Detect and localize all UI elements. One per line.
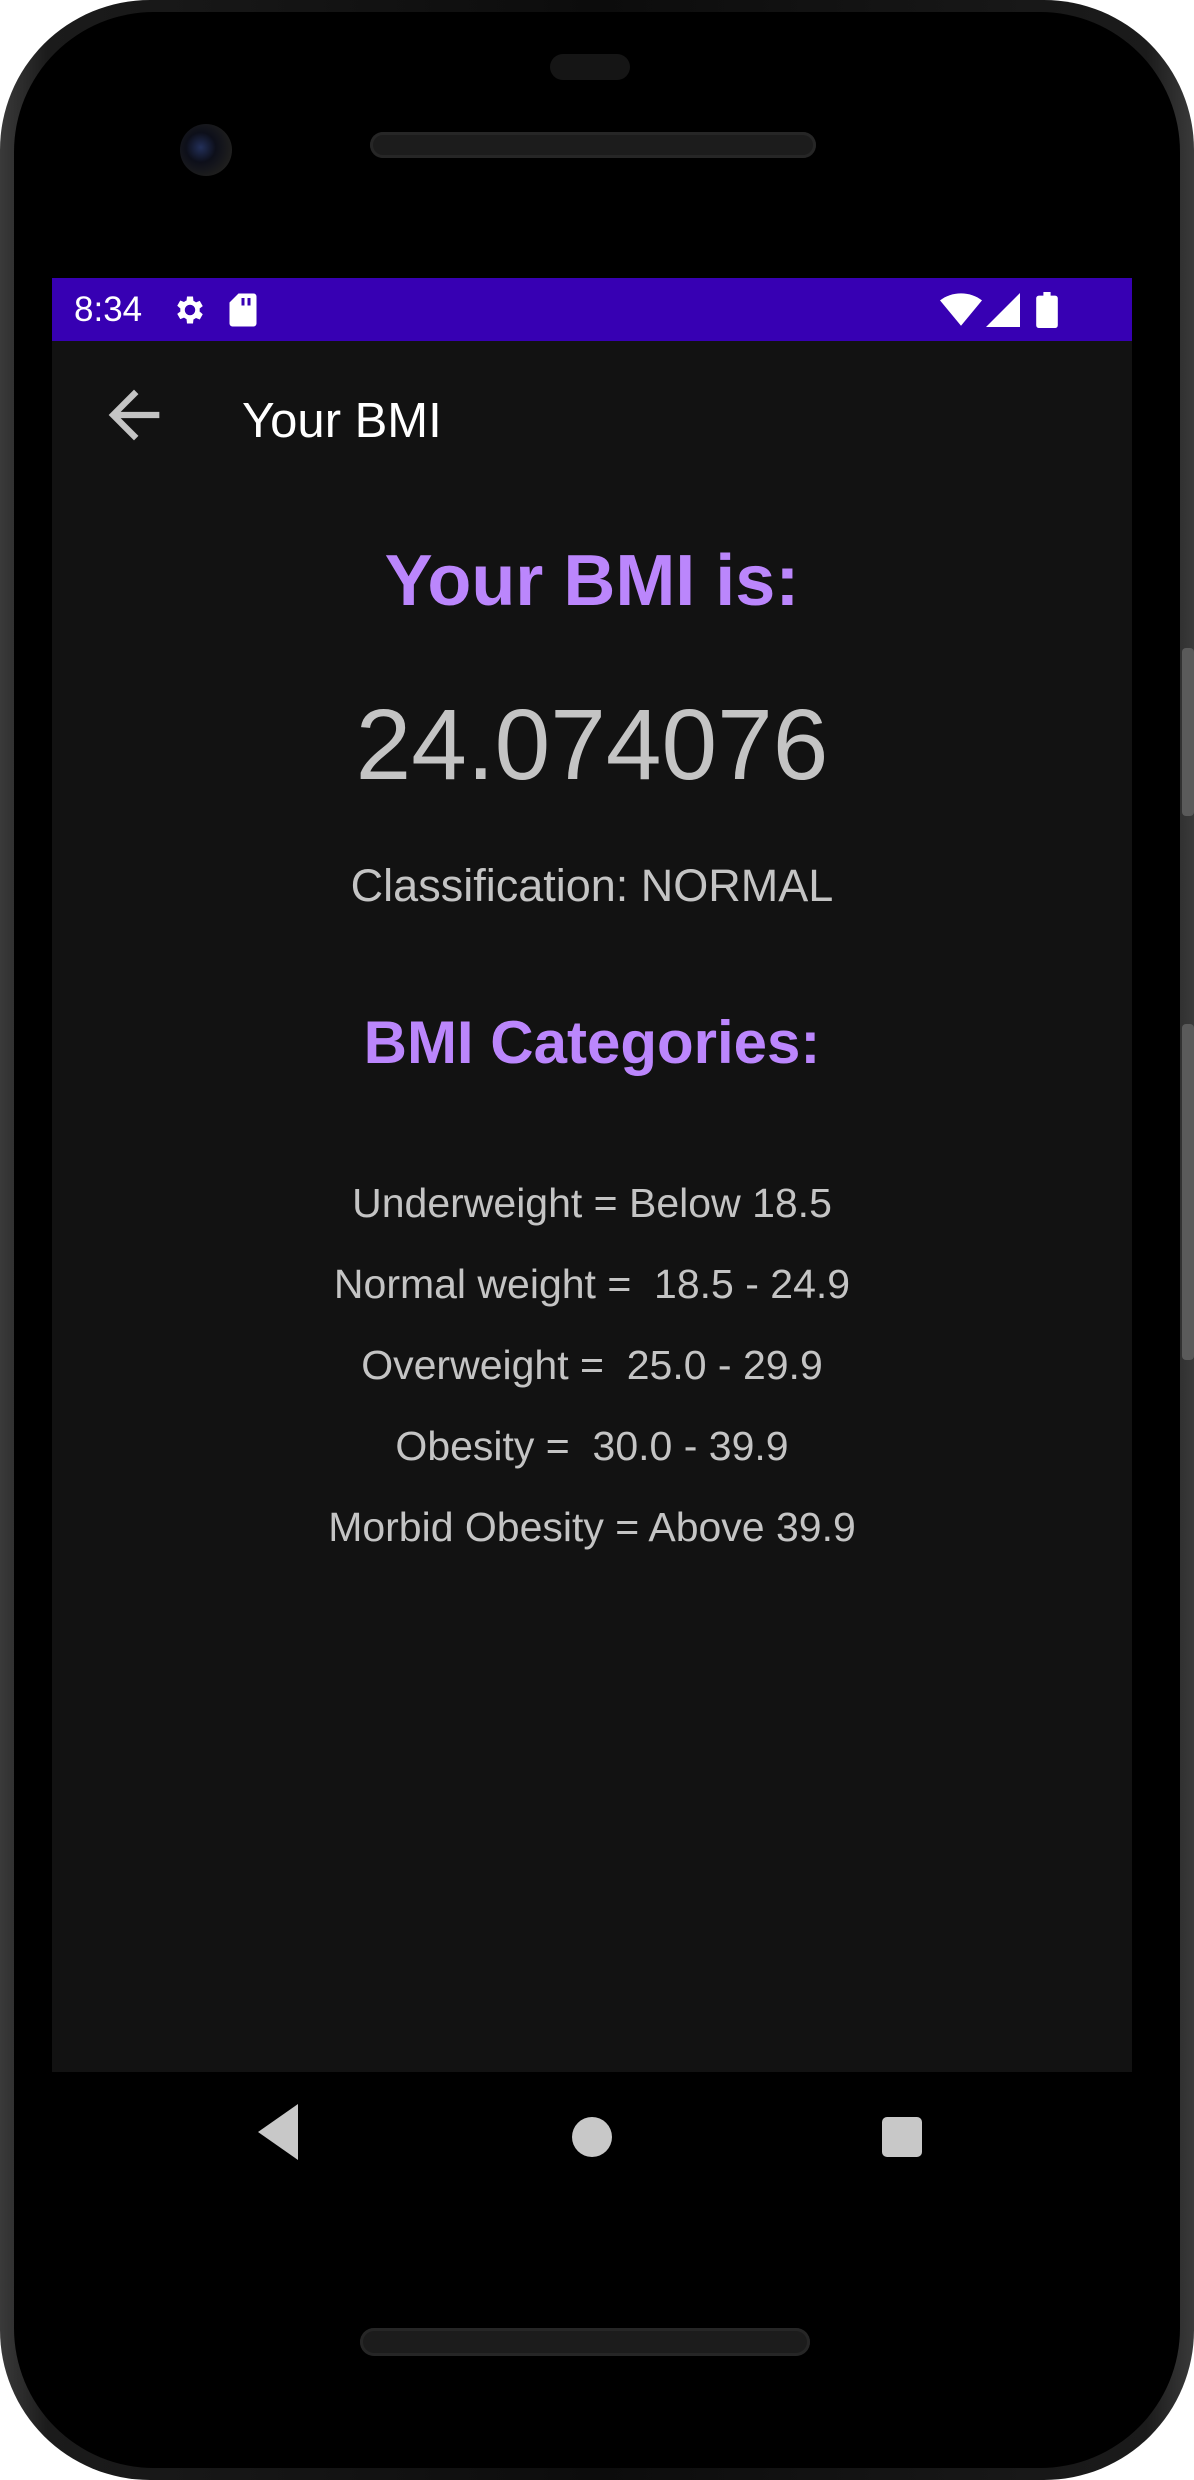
status-time: 8:34	[74, 290, 143, 329]
categories-list: Underweight = Below 18.5 Normal weight =…	[52, 1163, 1132, 1568]
earpiece-speaker	[370, 132, 816, 158]
categories-heading: BMI Categories:	[363, 1009, 821, 1076]
front-camera	[180, 124, 232, 176]
battery-icon	[1036, 292, 1058, 333]
category-item-normal: Normal weight = 18.5 - 24.9	[333, 1261, 851, 1307]
bottom-speaker	[360, 2328, 810, 2356]
nav-recents-icon[interactable]	[882, 2117, 922, 2157]
bmi-classification: Classification: NORMAL	[350, 860, 834, 911]
bmi-value: 24.074076	[355, 689, 829, 801]
app-bar: Your BMI	[52, 341, 1132, 491]
wifi-icon	[940, 292, 982, 333]
volume-button	[1182, 648, 1194, 816]
back-button[interactable]	[96, 377, 172, 453]
power-button	[1182, 1024, 1194, 1360]
sd-card-icon	[228, 292, 258, 333]
category-item-overweight: Overweight = 25.0 - 29.9	[361, 1342, 823, 1388]
nav-home-icon[interactable]	[572, 2117, 612, 2157]
category-item-obesity: Obesity = 30.0 - 39.9	[395, 1423, 789, 1469]
bmi-result-heading: Your BMI is:	[384, 541, 800, 621]
status-bar: 8:34	[52, 278, 1132, 341]
arrow-left-icon	[108, 389, 160, 441]
category-item-underweight: Underweight = Below 18.5	[352, 1180, 832, 1226]
signal-icon	[986, 292, 1020, 333]
nav-back-icon[interactable]	[258, 2104, 298, 2165]
phone-frame: 8:34 Your BMI Your BMI is: 24.074076 Cla…	[0, 0, 1194, 2480]
category-item-morbid-obesity: Morbid Obesity = Above 39.9	[328, 1504, 856, 1550]
gear-icon	[172, 292, 208, 333]
page-title: Your BMI	[242, 394, 442, 448]
proximity-sensor	[550, 54, 630, 80]
system-nav-bar	[0, 2072, 1194, 2202]
app-screen: 8:34 Your BMI Your BMI is: 24.074076 Cla…	[52, 278, 1132, 2072]
